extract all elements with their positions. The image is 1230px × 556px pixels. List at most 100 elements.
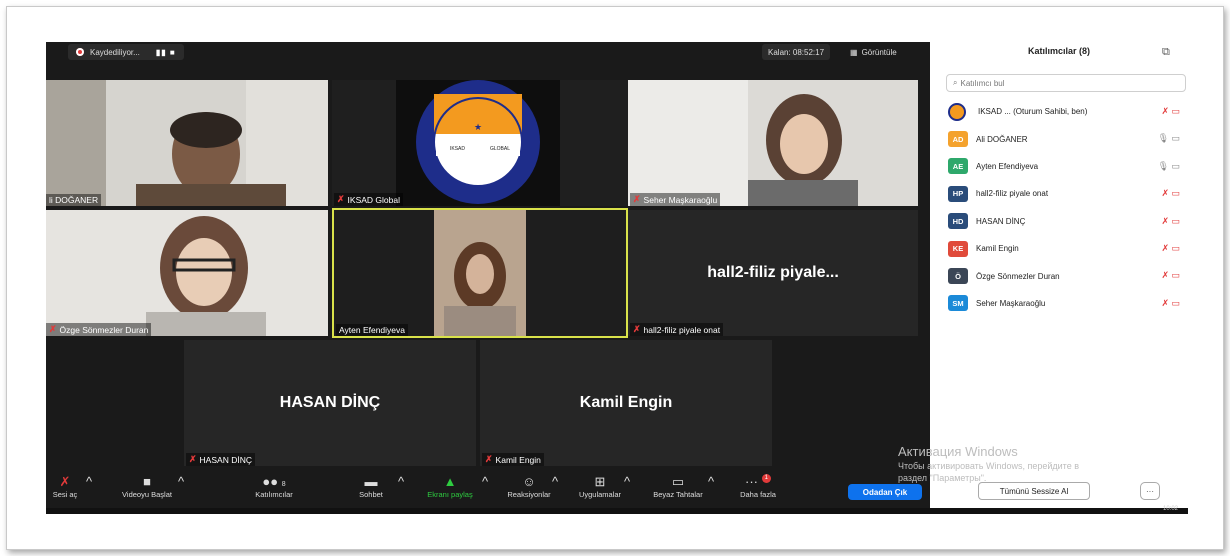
logo-star: ★ [474, 122, 482, 132]
panel-more-button[interactable]: ··· [1140, 482, 1160, 500]
participant-name: Ayten Efendiyeva [976, 161, 1039, 171]
mic-off-icon: ✗ [633, 324, 641, 334]
video-tile-iksad[interactable]: ★ IKSAD GLOBAL ✗ IKSAD Global [332, 80, 628, 206]
more-icon: ··· 1 [730, 474, 786, 490]
mic-off-icon[interactable]: ✗ ▭ [1161, 243, 1180, 254]
zoom-meeting-window: Kaydediliyor... ▮▮ ■ Kalan: 08:52:17 ▦ G… [46, 42, 930, 514]
participant-row[interactable]: SM Seher Maşkaraoğlu ✗ ▭ [948, 290, 1188, 317]
view-button[interactable]: ▦ Görüntüle [850, 44, 897, 60]
participant-row[interactable]: KE Kamil Engin ✗ ▭ [948, 235, 1188, 262]
audio-options-chevron[interactable]: ^ [84, 474, 94, 490]
share-screen-button[interactable]: ▲ Ekranı paylaş [418, 474, 482, 499]
participant-avatar: KE [948, 240, 968, 257]
tile-name: ✗ Seher Maşkaraoğlu [630, 193, 721, 206]
participant-row[interactable]: AD Ali DOĞANER 🎙︎ ▭ [948, 125, 1188, 152]
participants-icon: ●● 8 [262, 474, 286, 489]
participant-row[interactable]: IKSAD ... (Oturum Sahibi, ben) ✗ ▭ [948, 98, 1188, 125]
video-tile-hall2[interactable]: hall2-filiz piyale... ✗ hall2-filiz piyal… [628, 210, 918, 336]
grid-icon: ▦ [850, 47, 858, 57]
participant-big-name: HASAN DİNÇ [279, 394, 381, 411]
logo-left-text: IKSAD [450, 146, 465, 152]
participant-name: Ali DOĞANER [976, 134, 1028, 144]
participants-button[interactable]: ●● 8 Katılımcılar [244, 474, 304, 499]
video-tile-ali[interactable]: li DOĞANER [46, 80, 328, 206]
popout-icon[interactable]: ⧉ [1162, 46, 1170, 59]
video-tile-seher[interactable]: ✗ Seher Maşkaraoğlu [628, 80, 918, 206]
tile-name: Ayten Efendiyeva [336, 324, 408, 336]
participant-row[interactable]: HD HASAN DİNÇ ✗ ▭ [948, 208, 1188, 235]
participant-row[interactable]: HP hall2-filiz piyale onat ✗ ▭ [948, 180, 1188, 207]
participant-name: HASAN DİNÇ [976, 216, 1026, 226]
start-video-button[interactable]: ■ Videoyu Başlat [112, 474, 182, 499]
video-options-chevron[interactable]: ^ [176, 474, 186, 490]
mic-off-icon: ✗ [485, 454, 493, 464]
participant-video [46, 210, 328, 336]
whiteboard-icon: ▭ [671, 474, 685, 489]
mic-on-icon[interactable]: 🎙︎ ▭ [1158, 133, 1180, 144]
participant-avatar: HD [948, 213, 968, 230]
participant-avatar: HP [948, 185, 968, 202]
mic-off-icon[interactable]: ✗ ▭ [1161, 188, 1180, 199]
participant-avatar: AE [948, 158, 968, 175]
windows-activation-text: Чтобы активировать Windows, перейдите в … [898, 461, 1079, 483]
mic-off-icon[interactable]: ✗ ▭ [1161, 298, 1180, 309]
record-icon [76, 48, 84, 56]
tile-name: ✗ Özge Sönmezler Duran [46, 323, 152, 336]
chevron-up-icon: ^ [397, 474, 405, 489]
chevron-up-icon: ^ [481, 474, 489, 489]
apps-chevron[interactable]: ^ [622, 474, 632, 490]
participant-row[interactable]: AE Ayten Efendiyeva 🎙︎ ▭ [948, 153, 1188, 180]
mic-off-icon[interactable]: ✗ ▭ [1161, 216, 1180, 227]
video-tile-ayten[interactable]: Ayten Efendiyeva [332, 208, 628, 338]
unmute-button[interactable]: ✗ Sesi aç [50, 474, 80, 499]
tile-name: ✗ HASAN DİNÇ [186, 453, 255, 466]
video-off-icon: ■ [143, 474, 151, 489]
mic-off-icon[interactable]: ✗ ▭ [1161, 106, 1180, 117]
taskbar-clock: 10:02 [1162, 506, 1178, 512]
chat-button[interactable]: ▬ Sohbet [346, 474, 396, 499]
whiteboards-chevron[interactable]: ^ [706, 474, 716, 490]
participants-count: 8 [281, 481, 286, 488]
participant-search-input[interactable]: ⌕ Katılımcı bul [946, 74, 1186, 92]
video-tile-ozge[interactable]: ✗ Özge Sönmezler Duran [46, 210, 328, 336]
participant-row[interactable]: Ö Özge Sönmezler Duran ✗ ▭ [948, 262, 1188, 289]
tile-name: ✗ hall2-filiz piyale onat [630, 323, 724, 336]
mic-off-icon: ✗ [49, 324, 57, 334]
mic-off-icon: ✗ [633, 194, 641, 204]
chat-options-chevron[interactable]: ^ [396, 474, 406, 490]
participant-big-name: Kamil Engin [579, 394, 673, 411]
participant-name: Seher Maşkaraoğlu [976, 298, 1046, 308]
mic-off-icon: ✗ [189, 454, 197, 464]
panel-title: Katılımcılar (8) [1027, 46, 1091, 56]
video-tile-kamil[interactable]: Kamil Engin ✗ Kamil Engin [480, 340, 772, 466]
mic-muted-icon: ✗ [59, 474, 71, 489]
mic-off-icon: ✗ [337, 194, 345, 204]
participant-video [628, 80, 918, 206]
video-tile-hasan[interactable]: HASAN DİNÇ ✗ HASAN DİNÇ [184, 340, 476, 466]
windows-taskbar: 10:02 [46, 506, 1188, 514]
share-options-chevron[interactable]: ^ [480, 474, 490, 490]
participant-video [46, 80, 328, 206]
remaining-time: Kalan: 08:52:17 [762, 44, 831, 60]
notification-badge: 1 [761, 474, 771, 483]
tile-name: ✗ Kamil Engin [482, 453, 544, 466]
more-button[interactable]: ··· 1 Daha fazla [730, 474, 786, 499]
participant-name: IKSAD ... (Oturum Sahibi, ben) [978, 107, 1088, 117]
chevron-up-icon: ^ [623, 474, 631, 489]
recording-controls[interactable]: ▮▮ ■ [156, 48, 176, 57]
chat-icon: ▬ [364, 474, 378, 489]
participant-big-name: hall2-filiz piyale... [707, 264, 839, 281]
mic-on-icon[interactable]: 🎙︎ ▭ [1158, 161, 1180, 172]
recording-label: Kaydediliyor... [90, 47, 140, 57]
search-icon: ⌕ [953, 78, 958, 87]
reactions-chevron[interactable]: ^ [550, 474, 560, 490]
mic-off-icon[interactable]: ✗ ▭ [1161, 270, 1180, 281]
whiteboards-button[interactable]: ▭ Beyaz Tahtalar [642, 474, 714, 499]
mute-all-button[interactable]: Tümünü Sessize Al [978, 482, 1090, 500]
iksad-logo: ★ IKSAD GLOBAL [396, 80, 560, 206]
recording-indicator[interactable]: Kaydediliyor... ▮▮ ■ [68, 44, 184, 60]
leave-button[interactable]: Odadan Çık [848, 484, 922, 500]
share-screen-icon: ▲ [443, 474, 457, 489]
view-label: Görüntüle [861, 47, 897, 57]
chevron-up-icon: ^ [85, 474, 93, 489]
